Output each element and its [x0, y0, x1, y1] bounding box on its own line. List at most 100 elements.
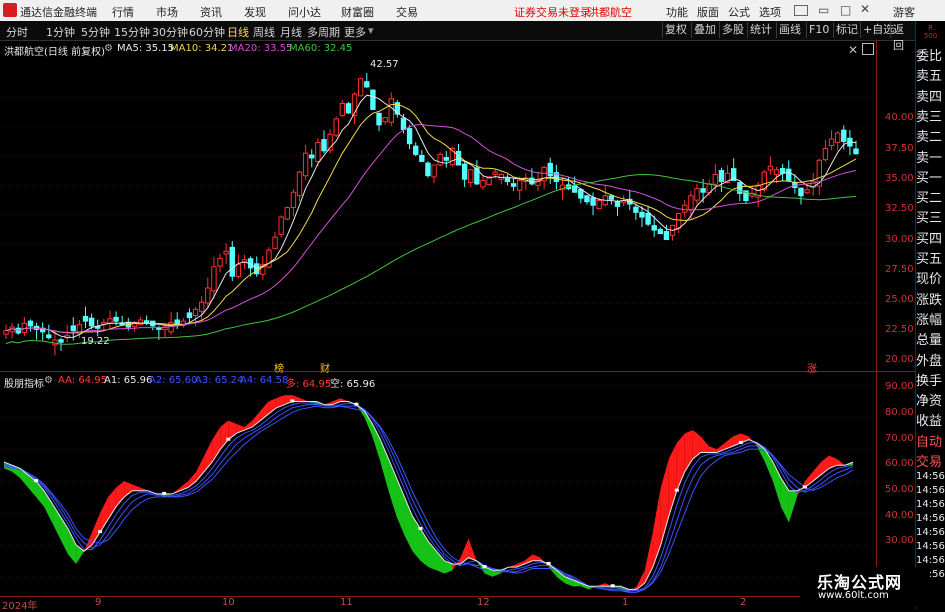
ind-y-tick: 60.00 — [885, 458, 914, 469]
period-multi[interactable]: 多周期 — [307, 24, 340, 40]
draw-line-button[interactable]: 画线 — [776, 22, 803, 38]
period-more[interactable]: 更多 — [344, 24, 366, 40]
login-status[interactable]: 证券交易未登录 — [514, 4, 591, 20]
candle — [437, 153, 443, 166]
menu-item-layout[interactable]: 版面 — [697, 4, 719, 20]
mail-icon[interactable] — [794, 5, 808, 16]
indicator-settings-icon[interactable]: ⚙ — [44, 375, 53, 386]
menu-item-wealth[interactable]: 财富圈 — [341, 4, 374, 20]
menu-item-ask[interactable]: 问小达 — [288, 4, 321, 20]
axis-separator — [876, 41, 877, 596]
quote-field-24: 14:56 — [916, 513, 945, 525]
quote-field-17: 净资 — [916, 394, 943, 410]
quote-field-15: 外盘 — [916, 353, 943, 369]
candle — [688, 195, 694, 211]
candle — [504, 177, 511, 183]
minimize-icon[interactable]: ▭ — [818, 3, 829, 17]
quote-field-4: 卖二 — [916, 130, 943, 146]
watermark-url: www.60lt.com — [818, 590, 889, 601]
adjust-button[interactable]: 复权 — [662, 22, 689, 38]
period-weekly[interactable]: 周线 — [253, 24, 275, 40]
menu-item-function[interactable]: 功能 — [666, 4, 688, 20]
ind-y-tick: 50.00 — [885, 484, 914, 495]
menu-item-discover[interactable]: 发现 — [244, 4, 266, 20]
candle — [419, 154, 425, 162]
aa-legend: AA: 64.95 — [58, 375, 107, 386]
candle — [425, 162, 431, 177]
panel-header-r: R — [928, 24, 933, 32]
quote-field-3: 卖三 — [916, 109, 943, 125]
menu-item-market[interactable]: 行情 — [112, 4, 134, 20]
period-daily[interactable]: 日线 — [227, 24, 249, 40]
period-1min[interactable]: 1分钟 — [46, 24, 75, 40]
limit-up-marker[interactable]: 涨 — [807, 360, 817, 375]
finance-marker[interactable]: 财 — [320, 360, 330, 375]
main-pane-close-icon[interactable]: ✕ — [848, 43, 858, 57]
settings-icon[interactable]: ⚙ — [104, 43, 113, 54]
quote-field-27: 14:56 — [916, 555, 945, 567]
quote-field-11: 现价 — [916, 272, 943, 288]
period-5min[interactable]: 5分钟 — [81, 24, 110, 40]
short-legend: 空: 65.96 — [330, 379, 376, 390]
ind-fill-segment — [596, 583, 605, 587]
ind-fill-segment — [196, 455, 205, 482]
candle — [663, 231, 670, 241]
candle — [608, 195, 615, 200]
period-monthly[interactable]: 月线 — [280, 24, 302, 40]
candle — [468, 169, 474, 183]
multi-stock-button[interactable]: 多股 — [719, 22, 746, 38]
menu-item-options[interactable]: 选项 — [759, 4, 781, 20]
quote-field-7: 买二 — [916, 191, 943, 207]
chart-area[interactable] — [0, 41, 915, 609]
candle — [302, 152, 309, 177]
candle — [773, 169, 780, 175]
candle — [345, 103, 352, 114]
overlay-button[interactable]: 叠加 — [691, 22, 718, 38]
candle — [510, 183, 517, 187]
quote-field-2: 卖四 — [916, 89, 943, 105]
candle — [461, 163, 468, 180]
candle — [596, 199, 602, 210]
ma5-line — [5, 94, 857, 338]
period-60min[interactable]: 60分钟 — [189, 24, 225, 40]
ind-y-tick: 40.00 — [885, 510, 914, 521]
chart-title: 洪都航空(日线 前复权) — [4, 47, 105, 58]
candle — [107, 318, 113, 324]
candle — [223, 250, 229, 255]
close-icon[interactable]: ✕ — [860, 2, 870, 16]
x-tick: 10 — [222, 597, 235, 608]
menu-item-markets[interactable]: 市场 — [156, 4, 178, 20]
y-tick: 22.50 — [885, 324, 914, 335]
quote-field-22: 14:56 — [916, 485, 945, 497]
mark-button[interactable]: 标记 — [833, 22, 860, 38]
main-pane-maximize-icon[interactable] — [862, 43, 874, 55]
candle — [413, 145, 419, 155]
restore-icon[interactable]: □ — [840, 3, 851, 17]
period-intraday[interactable]: 分时 — [6, 24, 28, 40]
candle — [217, 257, 223, 267]
menu-item-trade[interactable]: 交易 — [396, 4, 418, 20]
ind-fill-segment — [116, 481, 125, 507]
ind-fill-segment — [44, 490, 53, 523]
candle — [211, 266, 217, 292]
candle — [633, 206, 639, 213]
candle — [192, 308, 199, 316]
period-15min[interactable]: 15分钟 — [114, 24, 150, 40]
menu-item-formula[interactable]: 公式 — [728, 4, 750, 20]
ind-fill-segment — [212, 426, 221, 463]
ind-fill-segment — [700, 436, 709, 453]
user-guest[interactable]: 游客 — [893, 4, 915, 20]
period-30min[interactable]: 30分钟 — [152, 24, 188, 40]
chevron-down-icon[interactable]: ▾ — [368, 24, 374, 37]
f10-button[interactable]: F10 — [806, 22, 831, 38]
ind-marker — [546, 561, 551, 565]
a1-legend: A1: 65.96 — [104, 375, 153, 386]
stats-button[interactable]: 统计 — [747, 22, 774, 38]
rank-marker[interactable]: 榜 — [274, 360, 284, 375]
quote-field-1: 卖五 — [916, 69, 943, 85]
menu-item-news[interactable]: 资讯 — [200, 4, 222, 20]
candle — [694, 188, 700, 201]
candle — [113, 316, 119, 322]
back-button[interactable]: 返回 — [890, 22, 915, 52]
candle — [272, 236, 278, 249]
